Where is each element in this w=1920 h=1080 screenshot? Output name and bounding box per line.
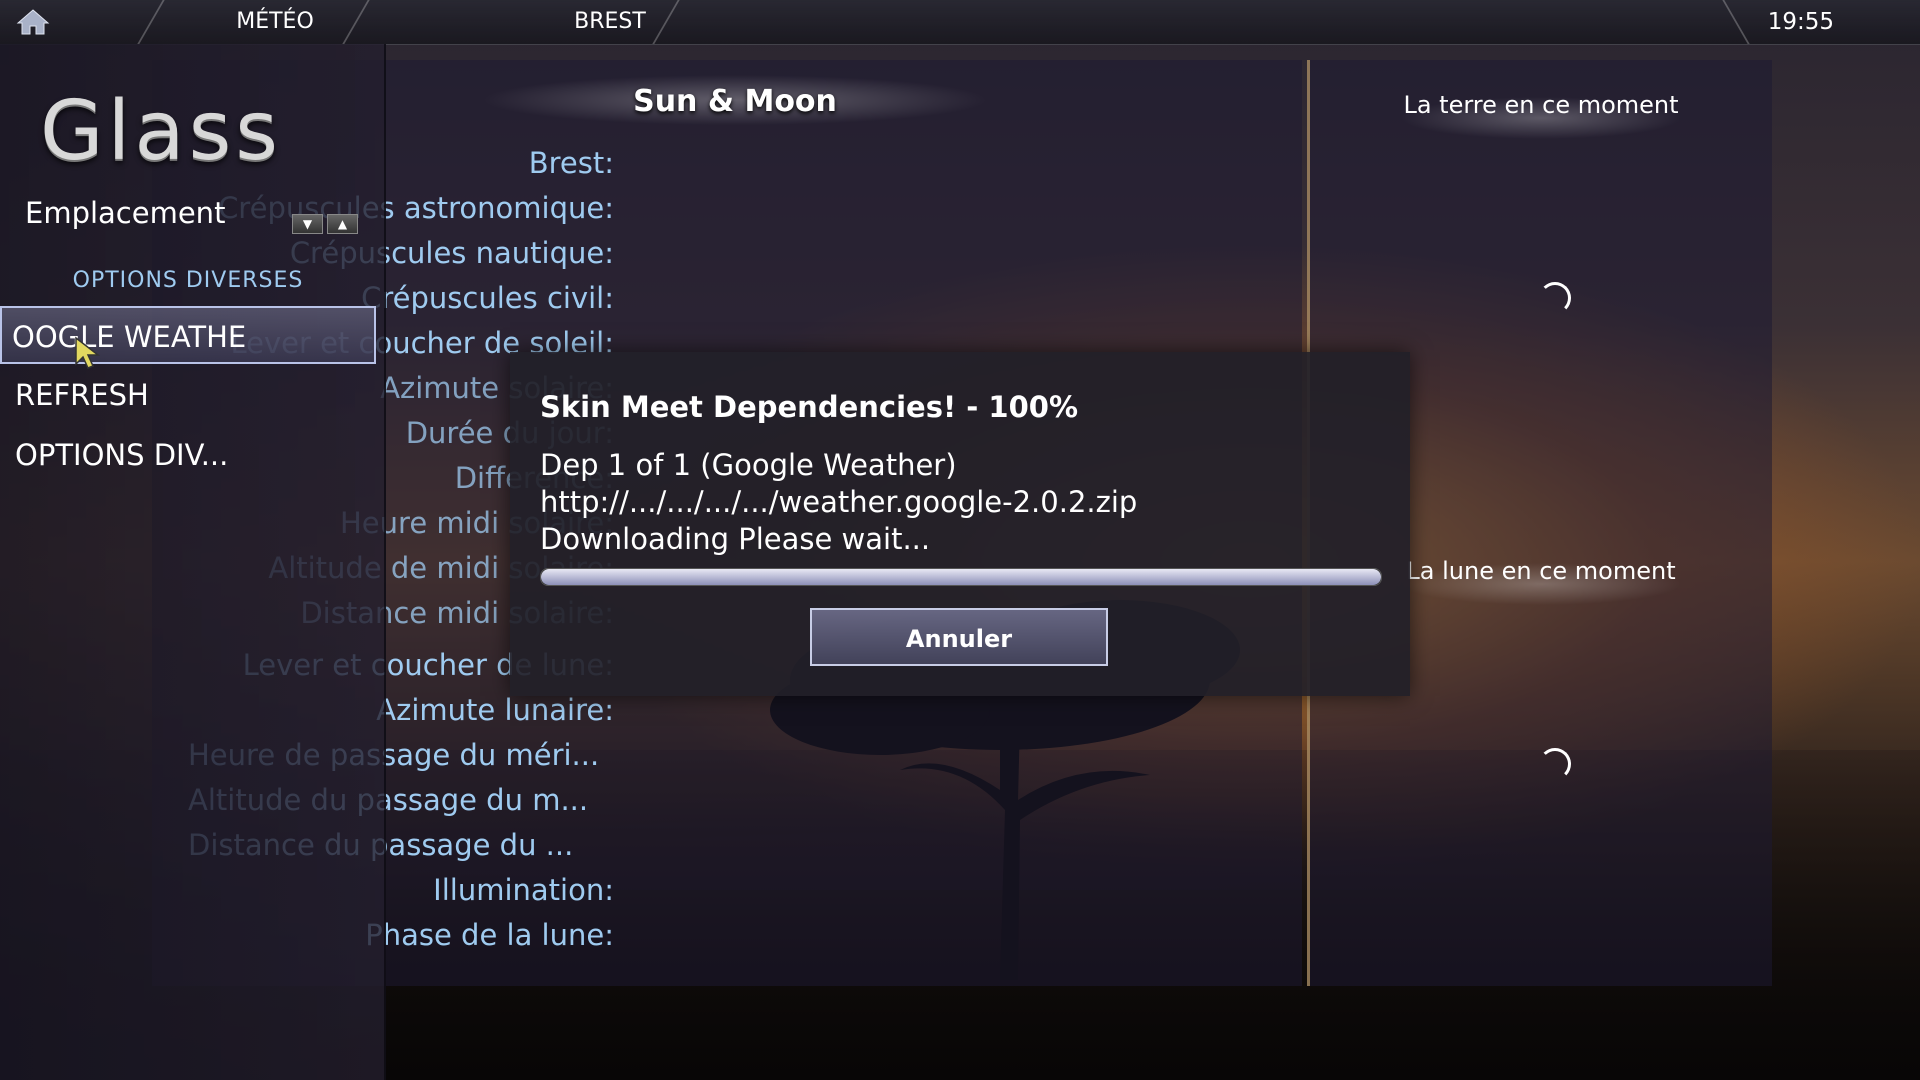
dialog-line-status: Downloading Please wait...	[540, 522, 931, 556]
cancel-button[interactable]: Annuler	[810, 608, 1108, 666]
breadcrumb-separator	[137, 0, 165, 44]
progress-fill	[541, 569, 1381, 585]
mouse-cursor-icon	[75, 336, 101, 369]
info-label: Phase de la lune:	[365, 918, 614, 952]
dependency-dialog: Skin Meet Dependencies! - 100% Dep 1 of …	[510, 352, 1410, 696]
skin-logo: Glass	[40, 84, 283, 179]
earth-panel-title: La terre en ce moment	[1310, 60, 1772, 150]
progress-bar	[540, 568, 1382, 586]
chevron-down-icon[interactable]: ▼	[292, 214, 323, 234]
dialog-line-url: http://.../.../.../.../weather.google-2.…	[540, 485, 1138, 519]
chevron-up-icon[interactable]: ▲	[327, 214, 358, 234]
menu-item-refresh[interactable]: REFRESH	[0, 366, 376, 424]
clock-separator	[1722, 0, 1750, 44]
dialog-heading: Skin Meet Dependencies! - 100%	[540, 390, 1079, 424]
top-bar: MÉTÉO BREST 19:55	[0, 0, 1920, 45]
breadcrumb-meteo[interactable]: MÉTÉO	[180, 0, 370, 44]
menu-item-google-weather[interactable]: OOGLE WEATHE	[0, 306, 376, 364]
options-header: OPTIONS DIVERSES	[72, 268, 304, 293]
dialog-line-dep: Dep 1 of 1 (Google Weather)	[540, 448, 957, 482]
menu-item-options[interactable]: OPTIONS DIV...	[0, 426, 376, 484]
loading-spinner-icon	[1539, 748, 1571, 780]
info-label: Crépuscules civil:	[361, 281, 614, 315]
clock: 19:55	[1767, 9, 1834, 35]
emplacement-label[interactable]: Emplacement	[25, 196, 225, 230]
loading-spinner-icon	[1539, 282, 1571, 314]
info-label: Brest:	[528, 146, 614, 180]
emplacement-spinner[interactable]: ▼ ▲	[292, 214, 358, 234]
info-label: Illumination:	[433, 873, 614, 907]
panel-title: Sun & Moon	[390, 60, 1080, 140]
info-label: Azimute lunaire:	[376, 693, 614, 727]
sidebar: Glass Emplacement ▼ ▲ OPTIONS DIVERSES O…	[0, 44, 386, 1080]
home-icon[interactable]	[16, 8, 50, 36]
